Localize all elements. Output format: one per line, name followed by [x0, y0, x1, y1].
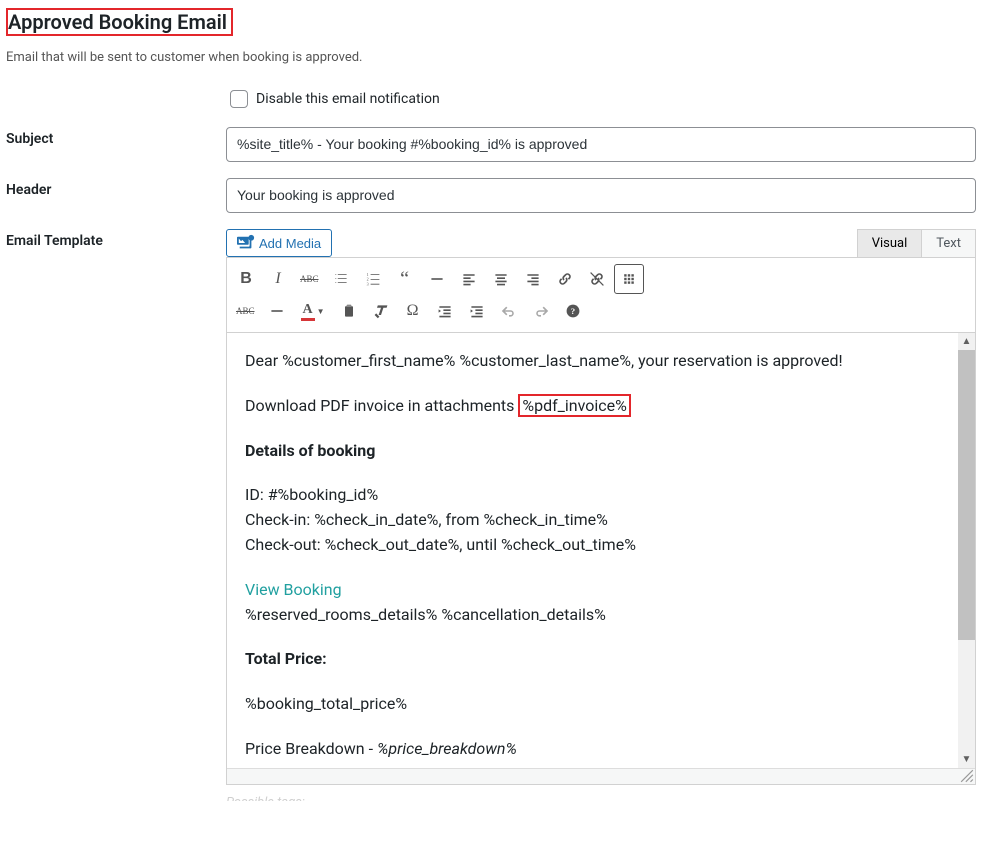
outdent-button[interactable] — [430, 296, 460, 326]
subject-label: Subject — [6, 127, 226, 147]
page-description: Email that will be sent to customer when… — [6, 50, 991, 65]
subject-row: Subject — [6, 127, 991, 162]
disable-checkbox-wrap[interactable]: Disable this email notification — [226, 87, 991, 111]
svg-text:3: 3 — [366, 281, 368, 286]
editor-content-area[interactable]: Dear %customer_first_name% %customer_las… — [227, 333, 958, 768]
paste-button[interactable] — [334, 296, 364, 326]
help-button[interactable]: ? — [558, 296, 588, 326]
tab-text[interactable]: Text — [921, 229, 976, 257]
bold-button[interactable]: B — [231, 264, 261, 294]
header-label: Header — [6, 178, 226, 198]
svg-text:?: ? — [570, 306, 574, 316]
toolbar-toggle-button[interactable] — [614, 264, 644, 294]
scroll-down-arrow[interactable]: ▼ — [958, 751, 975, 768]
add-media-label: Add Media — [259, 236, 321, 251]
header-row: Header — [6, 178, 991, 213]
greeting-line: Dear %customer_first_name% %customer_las… — [245, 349, 940, 374]
tags-hint: Possible tags: — [226, 795, 976, 801]
italic-button[interactable]: I — [263, 264, 293, 294]
numbered-list-button[interactable]: 123 — [358, 264, 388, 294]
text-color-button[interactable]: A▼ — [294, 296, 332, 326]
template-row: Email Template Add Media Visual Text B I — [6, 229, 991, 801]
scroll-thumb[interactable] — [958, 350, 975, 640]
total-heading: Total Price: — [245, 647, 940, 672]
tab-visual[interactable]: Visual — [857, 229, 923, 257]
breakdown-line: Price Breakdown - %price_breakdown% — [245, 737, 940, 762]
clear-formatting-button[interactable] — [366, 296, 396, 326]
disable-row: Disable this email notification — [6, 87, 991, 111]
media-icon — [237, 234, 255, 252]
strikethrough-button[interactable]: ABC — [295, 264, 324, 294]
align-left-button[interactable] — [454, 264, 484, 294]
horizontal-rule-button[interactable] — [422, 264, 452, 294]
special-char-button[interactable]: Ω — [398, 296, 428, 326]
add-media-button[interactable]: Add Media — [226, 229, 332, 257]
template-label: Email Template — [6, 229, 226, 249]
strikethrough2-button[interactable]: ABC — [231, 296, 260, 326]
total-value: %booking_total_price% — [245, 692, 940, 717]
horizontal-rule2-button[interactable] — [262, 296, 292, 326]
view-booking-link[interactable]: View Booking — [245, 580, 342, 599]
page-title: Approved Booking Email — [6, 8, 233, 36]
header-input[interactable] — [226, 178, 976, 213]
subject-input[interactable] — [226, 127, 976, 162]
editor-resize-handle[interactable] — [227, 768, 975, 784]
redo-button[interactable] — [526, 296, 556, 326]
undo-button[interactable] — [494, 296, 524, 326]
blockquote-button[interactable]: “ — [390, 264, 420, 294]
align-right-button[interactable] — [518, 264, 548, 294]
wysiwyg-editor: Add Media Visual Text B I ABC 123 “ — [226, 229, 976, 801]
editor-toolbar: B I ABC 123 “ — [227, 258, 975, 333]
view-block: View Booking %reserved_rooms_details% %c… — [245, 578, 940, 628]
link-button[interactable] — [550, 264, 580, 294]
indent-button[interactable] — [462, 296, 492, 326]
disable-checkbox[interactable] — [230, 90, 248, 108]
download-line: Download PDF invoice in attachments %pdf… — [245, 394, 940, 419]
align-center-button[interactable] — [486, 264, 516, 294]
editor-scrollbar[interactable]: ▲ ▼ — [958, 333, 975, 768]
pdf-invoice-tag: %pdf_invoice% — [518, 394, 630, 417]
bullet-list-button[interactable] — [326, 264, 356, 294]
details-block: ID: #%booking_id% Check-in: %check_in_da… — [245, 483, 940, 557]
disable-label: Disable this email notification — [256, 91, 440, 107]
unlink-button[interactable] — [582, 264, 612, 294]
details-heading: Details of booking — [245, 439, 940, 464]
scroll-up-arrow[interactable]: ▲ — [958, 333, 975, 350]
